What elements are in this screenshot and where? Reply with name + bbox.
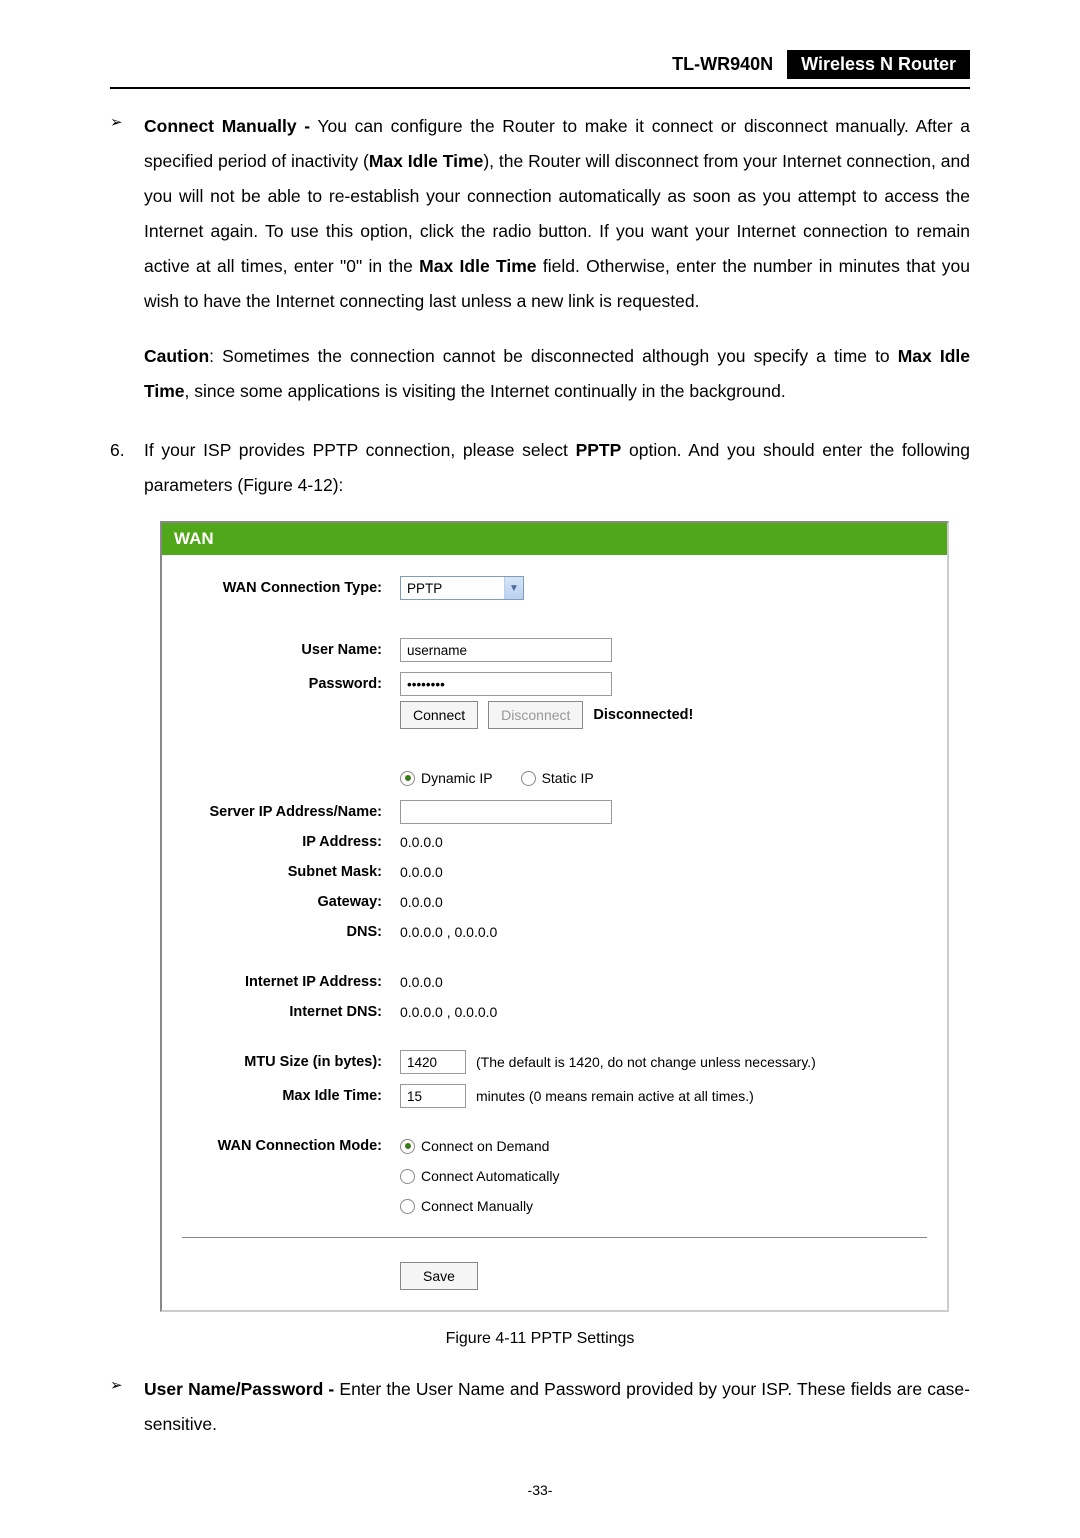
wan-settings-panel: WAN WAN Connection Type: PPTP ▼ User Nam… [160,521,949,1312]
connect-button[interactable]: Connect [400,701,478,729]
radio-icon [400,1169,415,1184]
dns-value: 0.0.0.0 , 0.0.0.0 [400,924,497,940]
subnet-value: 0.0.0.0 [400,864,443,880]
label-gateway: Gateway: [182,894,400,910]
label-wan-connection-type: WAN Connection Type: [182,580,400,596]
radio-icon [400,1199,415,1214]
mode-auto-radio[interactable]: Connect Automatically [400,1168,560,1184]
chevron-down-icon: ▼ [504,577,523,599]
bullet-text: Connect Manually - You can configure the… [144,109,970,319]
product-desc: Wireless N Router [787,50,970,79]
internet-dns-value: 0.0.0.0 , 0.0.0.0 [400,1004,497,1020]
bullet-connect-manually: ➢ Connect Manually - You can configure t… [110,109,970,319]
doc-header: TL-WR940N Wireless N Router [110,50,970,79]
figure-caption: Figure 4-11 PPTP Settings [110,1330,970,1348]
connection-status: Disconnected! [593,707,693,723]
internet-ip-value: 0.0.0.0 [400,974,443,990]
bullet-arrow-icon: ➢ [110,109,144,131]
step-text: If your ISP provides PPTP connection, pl… [144,433,970,503]
label-user-name: User Name: [182,642,400,658]
ip-address-value: 0.0.0.0 [400,834,443,850]
caution-paragraph: Caution: Sometimes the connection cannot… [144,339,970,409]
mode-manual-radio[interactable]: Connect Manually [400,1198,533,1214]
label-password: Password: [182,676,400,692]
label-mtu: MTU Size (in bytes): [182,1054,400,1070]
radio-icon [400,771,415,786]
header-divider [110,87,970,89]
panel-divider [182,1237,927,1238]
label-server-ip: Server IP Address/Name: [182,804,400,820]
label-internet-dns: Internet DNS: [182,1004,400,1020]
user-name-input[interactable]: username [400,638,612,662]
step-6: 6. If your ISP provides PPTP connection,… [110,433,970,503]
label-ip-address: IP Address: [182,834,400,850]
mtu-hint: (The default is 1420, do not change unle… [476,1054,816,1070]
max-idle-input[interactable]: 15 [400,1084,466,1108]
label-max-idle: Max Idle Time: [182,1088,400,1104]
label-dns: DNS: [182,924,400,940]
bullet-username-password: ➢ User Name/Password - Enter the User Na… [110,1372,970,1442]
label-subnet: Subnet Mask: [182,864,400,880]
static-ip-radio[interactable]: Static IP [521,770,594,786]
bullet-arrow-icon: ➢ [110,1372,144,1394]
password-input[interactable]: •••••••• [400,672,612,696]
server-ip-input[interactable] [400,800,612,824]
save-button[interactable]: Save [400,1262,478,1290]
disconnect-button[interactable]: Disconnect [488,701,583,729]
select-value: PPTP [401,581,504,596]
mode-demand-radio[interactable]: Connect on Demand [400,1138,549,1154]
label-internet-ip: Internet IP Address: [182,974,400,990]
label-wan-mode: WAN Connection Mode: [182,1138,400,1154]
model-number: TL-WR940N [658,50,787,79]
wan-connection-type-select[interactable]: PPTP ▼ [400,576,524,600]
radio-icon [521,771,536,786]
page-number: -33- [110,1482,970,1498]
gateway-value: 0.0.0.0 [400,894,443,910]
mtu-input[interactable]: 1420 [400,1050,466,1074]
max-idle-hint: minutes (0 means remain active at all ti… [476,1088,754,1104]
radio-icon [400,1139,415,1154]
bullet-text: User Name/Password - Enter the User Name… [144,1372,970,1442]
panel-title: WAN [162,523,947,555]
dynamic-ip-radio[interactable]: Dynamic IP [400,770,493,786]
step-number: 6. [110,433,144,468]
